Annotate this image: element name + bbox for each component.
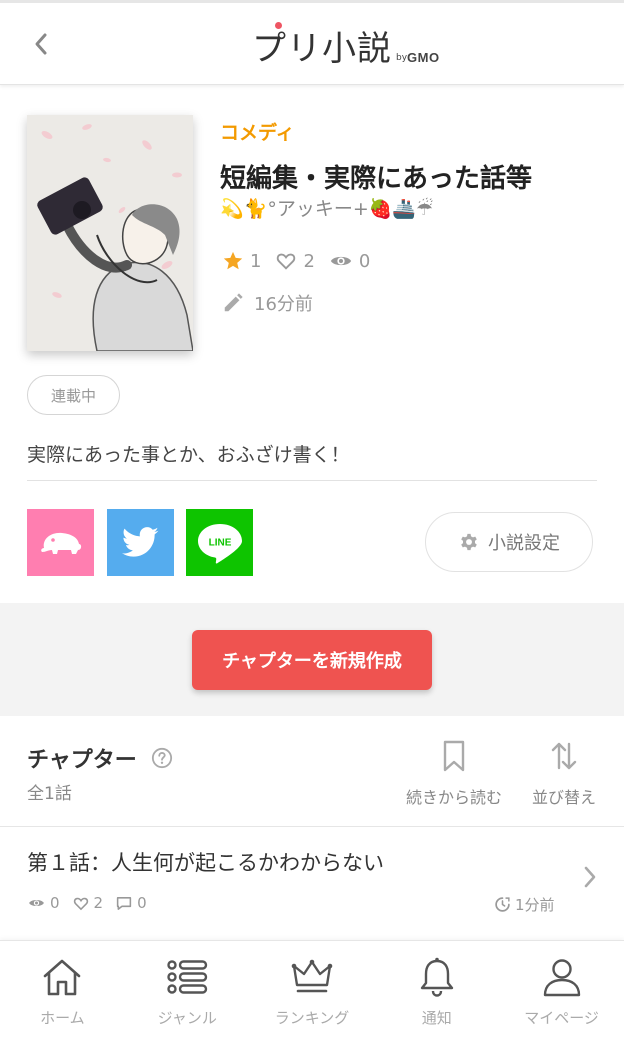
eye-icon [330,256,351,266]
star-icon [223,251,243,270]
share-line-button[interactable]: LINE [186,509,253,576]
share-twitter-button[interactable] [107,509,174,576]
heart-icon [73,897,88,910]
chapter-updated-time-value: 1分前 [515,896,555,914]
back-button[interactable] [26,29,56,59]
chapter-comment-count-value: 0 [137,894,147,912]
user-icon [543,959,580,997]
heart-icon [277,253,296,270]
chapter-count: 全1話 [27,784,72,804]
novel-description: 実際にあった事とか、おふざけ書く！ [27,444,350,466]
elephant-icon [40,532,81,554]
chapter-stats: 0 2 0 [27,894,159,912]
chapter-heading-label: チャプター [27,748,137,773]
novel-author[interactable]: 💫🐈°アッキー+🍓🚢☔ [220,194,433,221]
comment-icon [116,896,132,910]
crown-icon [291,959,333,993]
bookmark-icon [443,740,465,772]
nav-mypage[interactable]: マイページ [499,941,624,1046]
logo-by: by [396,53,408,63]
chapter-like-count-value: 2 [93,894,104,912]
nav-notifications-label: 通知 [421,1009,452,1027]
gear-icon [461,533,477,551]
list-icon [167,960,208,994]
novel-settings-label: 小説設定 [488,533,560,554]
view-count: 0 [329,250,370,272]
line-logo-text: LINE [208,537,231,548]
nav-ranking-label: ランキング [274,1009,350,1027]
bell-icon [420,957,453,997]
help-icon[interactable] [151,747,173,769]
bottom-navigation: ホーム ジャンル ランキング 通知 マイページ [0,940,624,1046]
chevron-right-icon [584,866,596,888]
pencil-icon [224,293,243,312]
nav-ranking[interactable]: ランキング [250,941,375,1046]
star-count: 1 [222,250,261,272]
nav-mypage-label: マイページ [524,1009,599,1027]
nav-home-label: ホーム [40,1009,85,1027]
chapter-comment-count: 0 [115,894,147,912]
sort-arrows-icon [551,742,577,770]
chevron-left-icon [35,33,47,55]
home-icon [44,959,81,996]
clock-icon [495,897,510,912]
share-prcm-button[interactable] [27,509,94,576]
app-header: プリ小説 by GMO [0,0,624,85]
nav-genre[interactable]: ジャンル [125,941,250,1046]
logo-text: プリ小説 [252,29,392,69]
chapter-title: 第１話：人生何が起こるかわからない [27,851,384,875]
novel-settings-button[interactable]: 小説設定 [425,512,593,572]
continue-reading-button[interactable]: 続きから読む [404,740,504,808]
updated-time-value: 16分前 [254,294,313,315]
sort-button[interactable]: 並び替え [529,740,599,808]
nav-genre-label: ジャンル [157,1009,217,1027]
novel-stats: 1 2 0 [222,250,384,272]
eye-icon [29,900,44,906]
like-count-value: 2 [303,250,315,272]
view-count-value: 0 [358,250,371,272]
logo-dot [275,22,282,29]
app-logo[interactable]: プリ小説 by GMO [252,22,440,69]
create-chapter-button[interactable]: チャプターを新規作成 [192,630,432,690]
star-count-value: 1 [250,250,262,272]
twitter-bird-icon [121,526,158,557]
updated-time: 16分前 [222,290,313,316]
like-count: 2 [275,250,315,272]
chapter-like-count: 2 [72,894,104,912]
line-logo-icon: LINE [197,523,242,563]
nav-home[interactable]: ホーム [0,941,125,1046]
novel-genre[interactable]: コメディ [220,118,295,145]
status-badge: 連載中 [27,375,120,415]
novel-title: 短編集・実際にあった話等 [220,164,533,194]
chapter-section-heading: チャプター [27,742,173,774]
chapter-list-item[interactable]: 第１話：人生何が起こるかわからない 0 2 0 1分前 [0,827,624,935]
novel-cover-image [27,115,193,351]
chapter-view-count-value: 0 [50,894,60,912]
divider [27,480,597,481]
sort-label: 並び替え [531,788,596,807]
logo-gmo: GMO [407,50,440,65]
chapter-updated-time: 1分前 [494,894,555,915]
continue-reading-label: 続きから読む [405,788,502,807]
nav-notifications[interactable]: 通知 [374,941,499,1046]
chapter-view-count: 0 [27,894,60,912]
